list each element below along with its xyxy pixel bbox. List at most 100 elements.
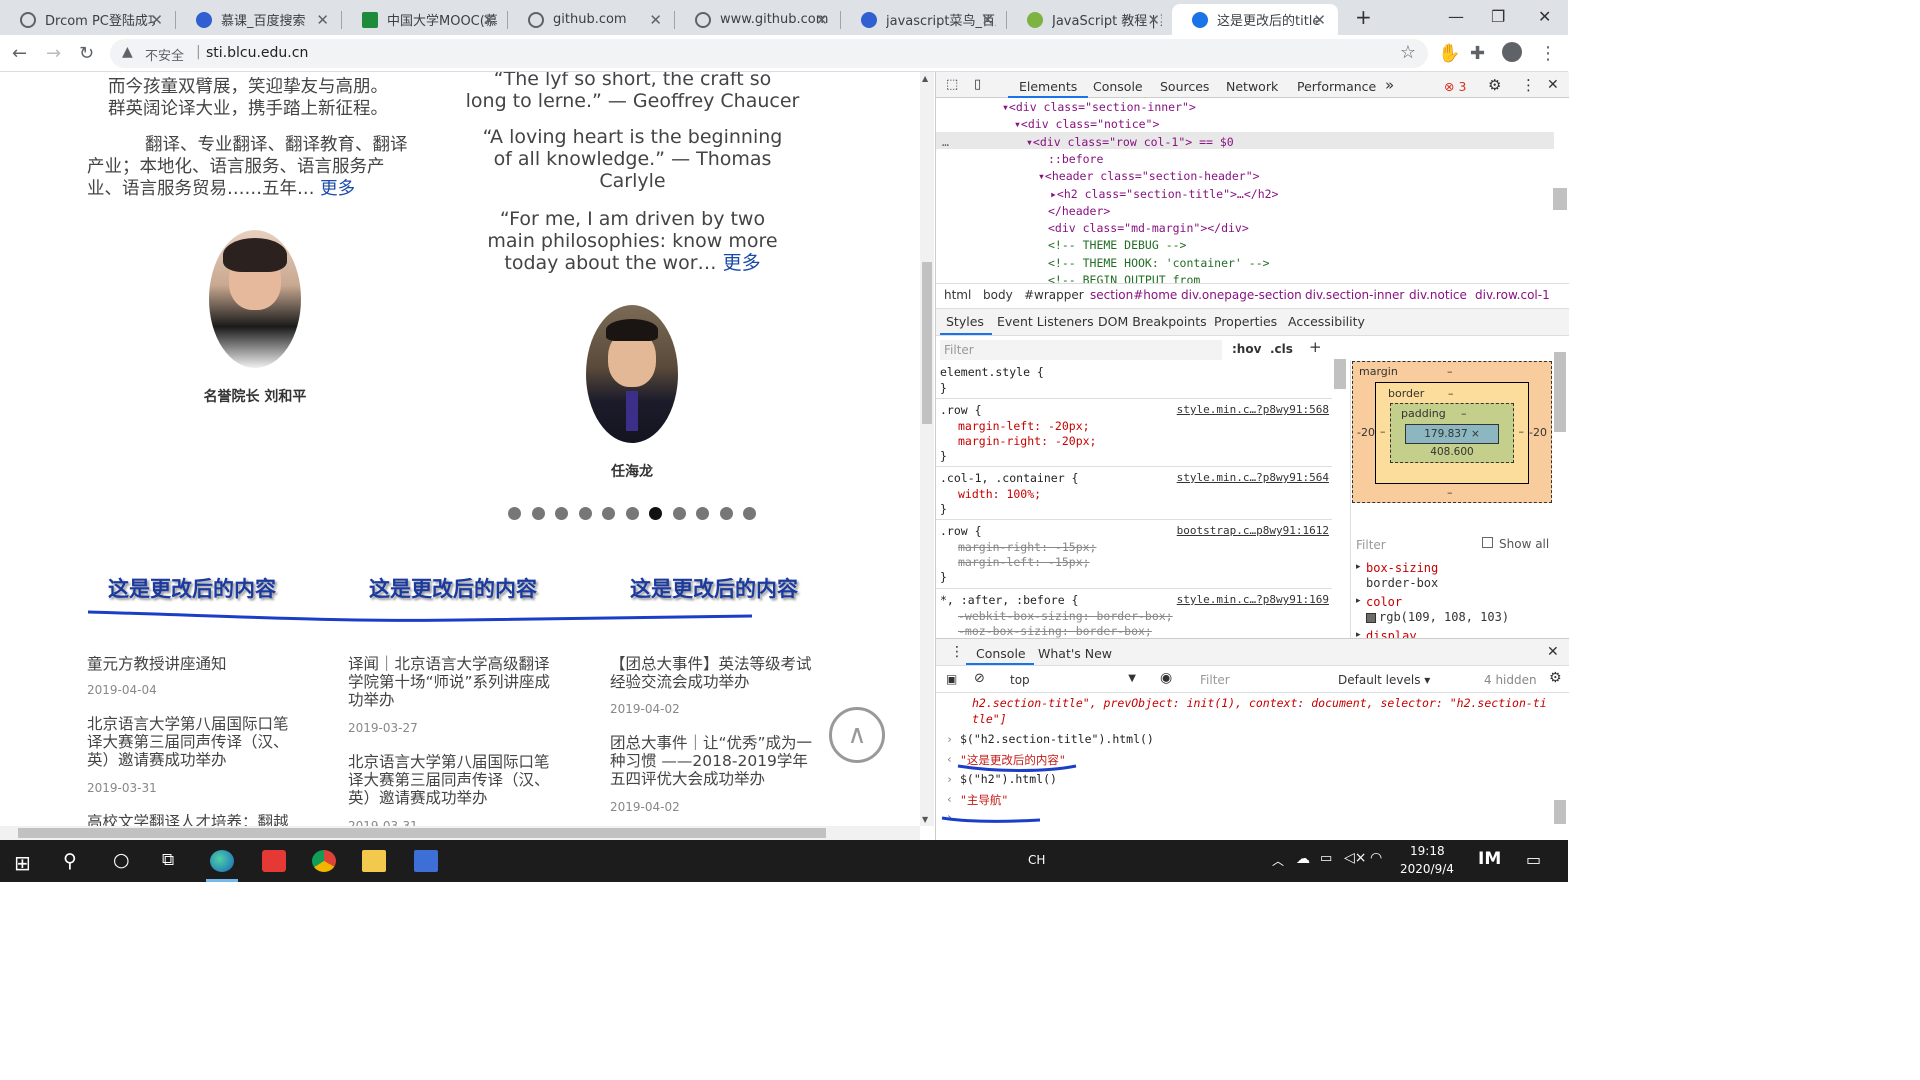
computed-scroll-thumb[interactable]: [1554, 352, 1566, 432]
tab-www-github[interactable]: www.github.com ✕: [675, 4, 840, 35]
dom-scroll-thumb[interactable]: [1553, 188, 1567, 210]
rule-source-link[interactable]: style.min.c…?p8wy91:169: [1177, 593, 1329, 606]
edge-browser-icon[interactable]: [210, 850, 234, 872]
computed-property-name[interactable]: color: [1366, 595, 1402, 609]
log-levels-select[interactable]: Default levels ▾: [1338, 673, 1430, 687]
minimize-icon[interactable]: —: [1448, 7, 1464, 26]
tab-elements[interactable]: Elements: [1019, 79, 1077, 94]
more-tabs-icon[interactable]: »: [1385, 76, 1394, 94]
drawer-menu-icon[interactable]: ⋮: [950, 644, 964, 660]
tab-runoob[interactable]: JavaScript 教程 | 菜 ✕: [1007, 4, 1172, 35]
tab-github[interactable]: github.com ✕: [508, 4, 674, 35]
news-item[interactable]: 北京语言大学第八届国际口笔 译大赛第三届同声传译（汉、 英）邀请赛成功举办: [348, 753, 550, 807]
settings-gear-icon[interactable]: ⚙: [1488, 76, 1501, 94]
rule-source-link[interactable]: style.min.c…?p8wy91:568: [1177, 403, 1329, 416]
tab-active[interactable]: 这是更改后的title ✕: [1172, 4, 1338, 35]
bookmark-star-icon[interactable]: ☆: [1400, 42, 1416, 63]
carousel-dot[interactable]: [625, 507, 639, 520]
carousel-dot[interactable]: [743, 507, 756, 520]
close-icon[interactable]: ✕: [815, 11, 828, 29]
carousel-dot[interactable]: [602, 507, 615, 520]
carousel-dot[interactable]: [555, 507, 568, 520]
drawer-tab-whats-new[interactable]: What's New: [1038, 646, 1112, 661]
close-devtools-icon[interactable]: ✕: [1547, 77, 1559, 93]
close-icon[interactable]: ✕: [981, 11, 994, 29]
drawer-tab-console[interactable]: Console: [976, 646, 1026, 661]
rule-property[interactable]: margin-right: -20px;: [958, 434, 1096, 448]
battery-icon[interactable]: ▭: [1320, 851, 1332, 866]
error-counter[interactable]: ⊗ 3: [1444, 79, 1466, 94]
hov-toggle[interactable]: :hov: [1232, 342, 1261, 356]
task-view-icon[interactable]: ⧉: [162, 850, 174, 870]
forward-icon[interactable]: →: [46, 43, 61, 64]
ellipsis-icon[interactable]: …: [942, 135, 949, 149]
breadcrumb-item[interactable]: div.section-inner: [1305, 288, 1404, 302]
dom-node-line[interactable]: </header>: [1048, 204, 1110, 218]
scroll-thumb[interactable]: [922, 262, 932, 424]
tab-accessibility[interactable]: Accessibility: [1288, 314, 1365, 329]
inspect-element-icon[interactable]: ⬚: [946, 77, 958, 92]
rule-property[interactable]: margin-right: -15px;: [958, 540, 1096, 554]
page-vertical-scrollbar[interactable]: ▲ ▼: [920, 72, 934, 826]
breadcrumb-item[interactable]: html: [944, 288, 971, 302]
app-icon[interactable]: [262, 850, 286, 872]
tab-performance[interactable]: Performance: [1297, 79, 1376, 94]
console-filter-input[interactable]: Filter: [1194, 670, 1328, 690]
carousel-dot[interactable]: [578, 507, 592, 520]
show-all-checkbox[interactable]: [1482, 537, 1493, 548]
breadcrumb-item[interactable]: #wrapper: [1024, 288, 1084, 302]
console-line[interactable]: tle"]: [972, 712, 1007, 726]
rule-property[interactable]: margin-left: -15px;: [958, 555, 1090, 569]
profile-avatar-icon[interactable]: [1502, 42, 1522, 62]
dom-node-line[interactable]: ▾<div class="row col-1"> == $0: [1026, 135, 1234, 149]
url-text[interactable]: sti.blcu.edu.cn: [206, 45, 308, 61]
carousel-dot[interactable]: [696, 507, 709, 520]
rule-source-link[interactable]: style.min.c…?p8wy91:564: [1177, 471, 1329, 484]
expand-arrow-icon[interactable]: ▸: [1356, 562, 1361, 572]
tab-dom-breakpoints[interactable]: DOM Breakpoints: [1098, 314, 1207, 329]
new-rule-plus-icon[interactable]: +: [1309, 338, 1322, 356]
menu-kebab-icon[interactable]: ⋮: [1521, 76, 1536, 94]
tab-network[interactable]: Network: [1226, 79, 1278, 94]
chevron-up-icon[interactable]: ︿: [1272, 852, 1284, 869]
more-link[interactable]: 更多: [320, 179, 355, 199]
back-to-top-button[interactable]: ∧: [829, 707, 885, 763]
input-method-indicator[interactable]: CH: [1028, 853, 1045, 867]
close-icon[interactable]: ✕: [1147, 11, 1160, 29]
back-icon[interactable]: ←: [12, 43, 27, 64]
file-explorer-icon[interactable]: [362, 850, 386, 872]
tab-baidu-js[interactable]: javascript菜鸟_百度 ✕: [841, 4, 1006, 35]
clear-console-icon[interactable]: ⊘: [974, 671, 985, 686]
close-icon[interactable]: ✕: [150, 11, 163, 29]
app-icon[interactable]: [414, 850, 438, 872]
dom-node-line[interactable]: <!-- THEME DEBUG -->: [1048, 238, 1186, 252]
rule-property[interactable]: width: 100%;: [958, 487, 1041, 501]
app-tray-icon[interactable]: IM: [1478, 849, 1501, 869]
carousel-dot[interactable]: [672, 507, 686, 520]
carousel-dot[interactable]: [531, 507, 545, 520]
carousel-dot[interactable]: [508, 507, 521, 520]
news-item[interactable]: 【团总大事件】英法等级考试 经验交流会成功举办: [610, 655, 812, 691]
warning-icon[interactable]: ▲: [122, 44, 133, 60]
console-settings-icon[interactable]: ⚙: [1549, 670, 1562, 686]
tab-baidu-mooc[interactable]: 慕课_百度搜索 ✕: [176, 4, 341, 35]
dom-node-line[interactable]: ▸<h2 class="section-title">…</h2>: [1050, 187, 1278, 201]
cls-toggle[interactable]: .cls: [1270, 342, 1293, 356]
rule-selector[interactable]: .col-1, .container {: [940, 471, 1078, 485]
new-tab-button[interactable]: +: [1355, 5, 1372, 29]
rule-selector[interactable]: .row {: [940, 524, 982, 538]
tab-drcom[interactable]: Drcom PC登陆成功 ✕: [0, 4, 175, 35]
close-icon[interactable]: ✕: [482, 11, 495, 29]
rule-property[interactable]: margin-left: -20px;: [958, 419, 1090, 433]
console-scroll-thumb[interactable]: [1554, 800, 1566, 824]
breadcrumb-item[interactable]: div.notice: [1409, 288, 1467, 302]
news-item[interactable]: 童元方教授讲座通知: [87, 655, 227, 673]
page-horizontal-scrollbar[interactable]: [0, 826, 920, 840]
live-expression-eye-icon[interactable]: ◉: [1160, 670, 1172, 686]
windows-start-icon[interactable]: ⊞: [14, 851, 31, 875]
rule-selector[interactable]: .row {: [940, 403, 982, 417]
computed-property-name[interactable]: box-sizing: [1366, 561, 1438, 575]
scroll-thumb[interactable]: [18, 828, 826, 838]
breadcrumb-item[interactable]: section#home: [1090, 288, 1177, 302]
dom-node-line[interactable]: ▾<header class="section-header">: [1038, 169, 1260, 183]
